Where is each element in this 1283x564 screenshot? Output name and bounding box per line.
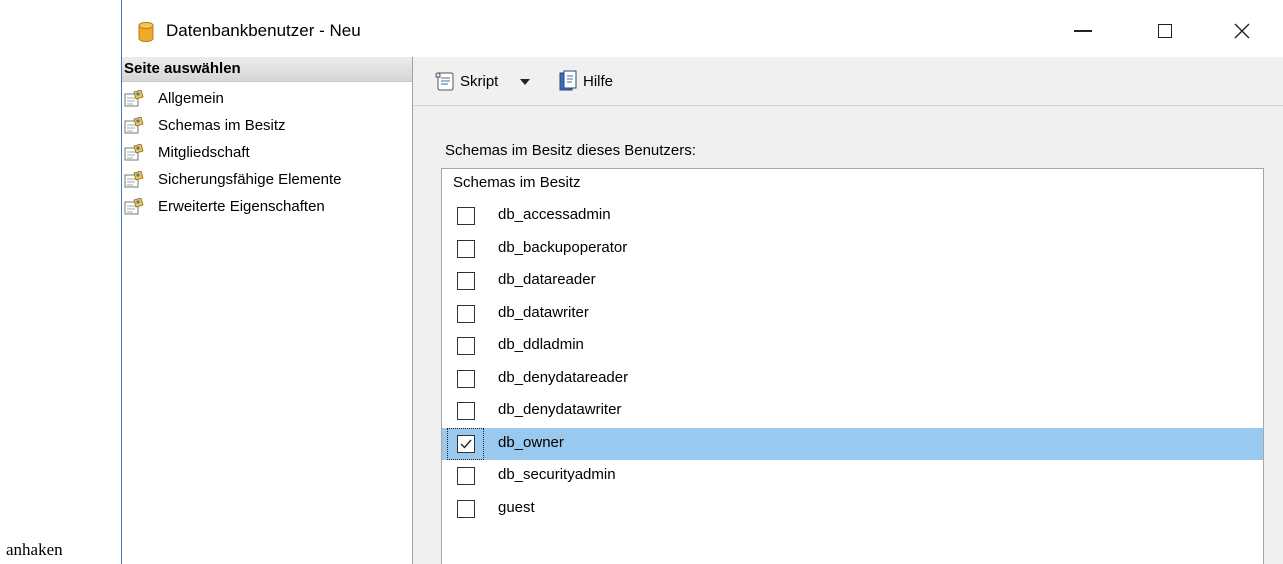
schema-checkbox[interactable] <box>457 434 475 453</box>
schema-checkbox[interactable] <box>457 337 475 355</box>
sidebar-item-label: Sicherungsfähige Elemente <box>158 171 342 188</box>
content-pane: Skript Hilfe Schemas im Besitz dieses Be… <box>413 57 1283 564</box>
list-item[interactable]: db_accessadmin <box>442 200 1263 233</box>
schema-checkbox[interactable] <box>457 499 475 518</box>
sidebar-item-label: Allgemein <box>158 90 224 107</box>
page-icon <box>124 170 144 189</box>
minimize-icon <box>1074 30 1092 32</box>
window-title: Datenbankbenutzer - Neu <box>166 21 361 40</box>
sidebar-item-label: Schemas im Besitz <box>158 117 286 134</box>
schema-checkbox[interactable] <box>457 207 475 225</box>
schema-checkbox[interactable] <box>457 239 475 258</box>
title-bar: Datenbankbenutzer - Neu <box>122 0 1283 57</box>
section-caption: Schemas im Besitz dieses Benutzers: <box>445 142 696 159</box>
list-column-header: Schemas im Besitz <box>453 174 581 191</box>
sidebar-item-label: Mitgliedschaft <box>158 144 250 161</box>
minimize-button[interactable] <box>1063 11 1103 51</box>
help-icon <box>559 70 577 91</box>
schema-rows: db_accessadmin db_backupoperator db_datare… <box>442 200 1263 525</box>
list-item[interactable]: guest <box>442 493 1263 526</box>
list-item[interactable]: db_securityadmin <box>442 460 1263 493</box>
list-item[interactable]: db_datareader <box>442 265 1263 298</box>
schema-list[interactable]: Schemas im Besitz db_accessadmin db_backu… <box>441 168 1264 564</box>
script-icon <box>435 72 454 91</box>
schema-checkbox[interactable] <box>457 467 475 485</box>
schema-checkbox[interactable] <box>457 304 475 323</box>
page-select-title: Seite auswählen <box>124 60 241 77</box>
schema-name: db_owner <box>498 433 564 451</box>
schema-name: db_denydatareader <box>498 368 629 386</box>
checkmark-icon <box>460 439 472 449</box>
schema-checkbox[interactable] <box>457 272 475 290</box>
script-dropdown-icon[interactable] <box>520 79 530 85</box>
list-item[interactable]: db_backupoperator <box>442 233 1263 266</box>
close-icon <box>1234 23 1250 39</box>
schema-checkbox[interactable] <box>457 402 475 420</box>
toolbar: Skript Hilfe <box>413 57 1283 106</box>
schema-name: db_datawriter <box>498 303 589 321</box>
page-list: Allgemein Schemas im Besitz Mitgliedscha… <box>124 86 404 221</box>
page-icon <box>124 116 144 135</box>
dialog-window: Datenbankbenutzer - Neu Seite auswählen <box>121 0 1283 564</box>
script-label: Skript <box>460 72 499 90</box>
maximize-button[interactable] <box>1145 11 1185 51</box>
sidebar-item-erweiterte-eigenschaften[interactable]: Erweiterte Eigenschaften <box>124 194 404 221</box>
list-item[interactable]: db_ddladmin <box>442 330 1263 363</box>
sidebar-item-schemas[interactable]: Schemas im Besitz <box>124 113 404 140</box>
help-label: Hilfe <box>583 72 614 90</box>
sidebar-item-mitgliedschaft[interactable]: Mitgliedschaft <box>124 140 404 167</box>
schema-name: guest <box>498 498 535 516</box>
schema-name: db_accessadmin <box>498 206 611 223</box>
schema-name: db_backupoperator <box>498 238 628 256</box>
list-item[interactable]: db_denydatawriter <box>442 395 1263 428</box>
page-select-pane: Seite auswählen Allgemein Schemas im Bes… <box>122 57 412 564</box>
list-item[interactable]: db_denydatareader <box>442 363 1263 396</box>
sidebar-item-sicherungsfaehige-elemente[interactable]: Sicherungsfähige Elemente <box>124 167 404 194</box>
page-icon <box>124 143 144 162</box>
help-button[interactable]: Hilfe <box>559 68 613 94</box>
list-item[interactable]: db_owner <box>442 427 1263 460</box>
page-icon <box>124 197 144 216</box>
schema-name: db_securityadmin <box>498 466 616 483</box>
schema-name: db_denydatawriter <box>498 401 622 418</box>
sidebar-item-label: Erweiterte Eigenschaften <box>158 198 325 215</box>
sidebar-item-allgemein[interactable]: Allgemein <box>124 86 404 113</box>
database-icon <box>138 22 154 42</box>
script-button[interactable]: Skript <box>434 68 498 94</box>
schema-checkbox[interactable] <box>457 369 475 388</box>
outside-caption: anhaken <box>6 540 63 559</box>
page-select-header: Seite auswählen <box>122 57 412 82</box>
close-button[interactable] <box>1222 11 1262 51</box>
list-item[interactable]: db_datawriter <box>442 298 1263 331</box>
maximize-icon <box>1158 24 1172 38</box>
page-icon <box>124 89 144 108</box>
schema-name: db_ddladmin <box>498 336 584 353</box>
schema-name: db_datareader <box>498 271 596 288</box>
